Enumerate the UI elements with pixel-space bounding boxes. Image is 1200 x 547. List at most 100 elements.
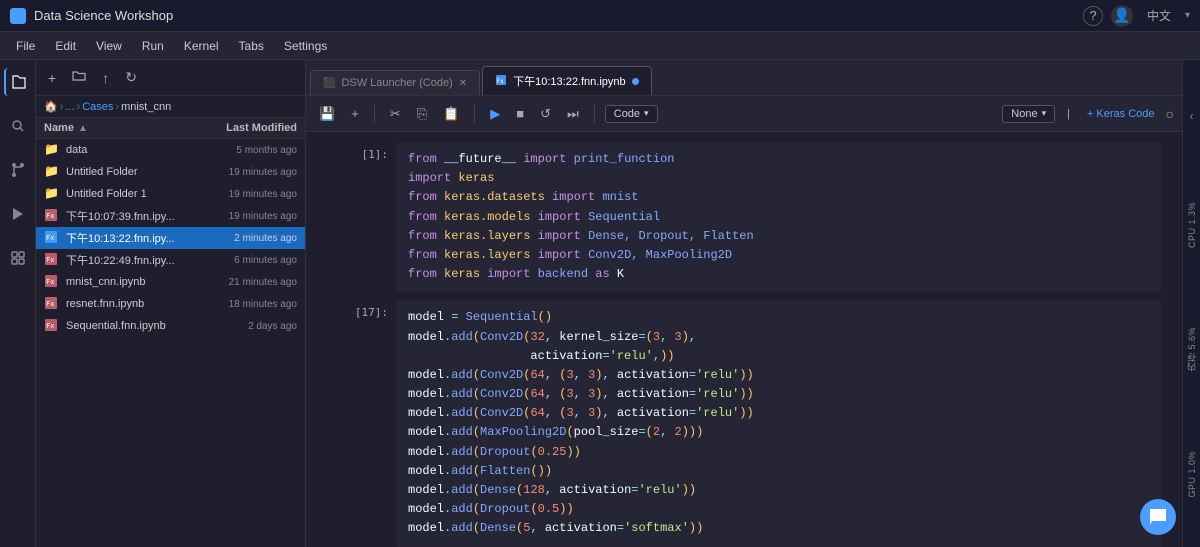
cell-body-1[interactable]: from __future__ import print_function im… [396,142,1162,292]
cell-2: [17]: model = Sequential() model.add(Con… [326,300,1162,546]
fb-new-btn[interactable]: + [44,68,60,88]
user-avatar[interactable]: 👤 [1111,5,1133,27]
fb-folder-btn[interactable] [68,67,90,88]
paste-btn[interactable]: 📋 [438,103,464,125]
cell-type-select[interactable]: Code ▾ [605,105,658,123]
cpu-label: CPU 1.3% [1187,202,1197,248]
item-name: Untitled Folder 1 [66,188,197,200]
list-item[interactable]: Fx 下午10:22:49.fnn.ipy... 6 minutes ago [36,249,305,271]
copy-btn[interactable]: ⎘ [412,103,432,125]
fb-upload-btn[interactable]: ↑ [98,68,113,88]
svg-text:Fx: Fx [46,278,54,286]
list-item[interactable]: Fx Sequential.fnn.ipynb 2 days ago [36,315,305,337]
keras-code-btn[interactable]: + Keras Code [1082,105,1160,123]
menu-kernel[interactable]: Kernel [176,36,227,56]
item-modified: 19 minutes ago [197,211,297,222]
notebook-icon: Fx [44,208,60,224]
cell-type-chevron: ▾ [644,108,649,119]
fb-list: 📁 data 5 months ago 📁 Untitled Folder 19… [36,139,305,547]
toolbar-sep-3 [594,105,595,123]
run-btn[interactable]: ▶ [485,103,505,125]
sidebar-files-icon[interactable] [4,68,32,96]
cell-body-2[interactable]: model = Sequential() model.add(Conv2D(32… [396,300,1162,546]
restart-btn[interactable]: ↺ [535,103,556,125]
cell-prompt-1: [1]: [338,142,388,292]
list-item[interactable]: 📁 Untitled Folder 19 minutes ago [36,161,305,183]
breadcrumb: 🏠 › ... › Cases › mnist_cnn [36,96,305,118]
tab-launcher[interactable]: ⬛ DSW Launcher (Code) ✕ [310,70,480,95]
sidebar-run-icon[interactable] [4,200,32,228]
item-name: Sequential.fnn.ipynb [66,320,197,332]
item-name: 下午10:13:22.fnn.ipy... [66,230,197,246]
launcher-tab-close[interactable]: ✕ [459,78,467,89]
file-browser: + ↑ ↻ 🏠 › ... › Cases › mnist_cnn Name ▲ [36,60,306,547]
lang-selector[interactable]: 中文 [1141,7,1177,24]
fb-refresh-btn[interactable]: ↻ [121,67,141,88]
list-item[interactable]: 📁 data 5 months ago [36,139,305,161]
kernel-select[interactable]: None ▾ [1002,105,1055,123]
fb-toolbar: + ↑ ↻ [36,60,305,96]
notebook-content: [1]: from __future__ import print_functi… [306,132,1182,547]
cut-btn[interactable]: ✂ [385,103,406,125]
sidebar-git-icon[interactable] [4,156,32,184]
item-name: Untitled Folder [66,166,197,178]
path-cases[interactable]: Cases [82,101,113,113]
sidebar-search-icon[interactable] [4,112,32,140]
menu-run[interactable]: Run [134,36,172,56]
kernel-chevron: ▾ [1042,108,1047,119]
item-modified: 19 minutes ago [197,167,297,178]
list-item[interactable]: Fx mnist_cnn.ipynb 21 minutes ago [36,271,305,293]
titlebar: Data Science Workshop ? 👤 中文 ▾ [0,0,1200,32]
list-item[interactable]: Fx 下午10:07:39.fnn.ipy... 19 minutes ago [36,205,305,227]
help-btn[interactable]: ? [1083,6,1103,26]
add-cell-btn[interactable]: + [346,103,364,124]
notebook-icon: Fx [44,296,60,312]
item-name: mnist_cnn.ipynb [66,276,197,288]
svg-text:Fx: Fx [46,256,54,264]
menu-edit[interactable]: Edit [47,36,84,56]
kernel-plus: | [1067,108,1070,120]
mem-label: 内存 5.6% [1185,327,1198,372]
fb-name-header[interactable]: Name [44,122,74,134]
item-modified: 19 minutes ago [197,189,297,200]
svg-text:Fx: Fx [46,212,54,220]
menubar: File Edit View Run Kernel Tabs Settings [0,32,1200,60]
stop-btn[interactable]: ■ [511,103,529,124]
item-modified: 5 months ago [197,145,297,156]
sidebar-extension-icon[interactable] [4,244,32,272]
save-btn[interactable]: 💾 [314,103,340,125]
path-ellipsis[interactable]: ... [65,101,74,113]
cell-type-label: Code [614,108,640,120]
collapse-btn[interactable]: ‹ [1190,109,1194,123]
svg-text:Fx: Fx [46,234,54,242]
list-item[interactable]: Fx 下午10:13:22.fnn.ipy... 2 minutes ago [36,227,305,249]
cell-indicator [326,142,330,292]
item-modified: 21 minutes ago [197,277,297,288]
notebook-tab-icon: Fx [495,74,507,89]
path-home[interactable]: 🏠 [44,100,58,113]
item-modified: 18 minutes ago [197,299,297,310]
icon-sidebar [0,60,36,547]
item-modified: 2 minutes ago [197,233,297,244]
cell-1: [1]: from __future__ import print_functi… [326,142,1162,292]
list-item[interactable]: Fx resnet.fnn.ipynb 18 minutes ago [36,293,305,315]
svg-text:Fx: Fx [497,78,505,85]
notebook-icon: Fx [44,252,60,268]
item-modified: 2 days ago [197,321,297,332]
launcher-tab-icon: ⬛ [323,78,335,89]
restart-run-btn[interactable]: ⏭ [562,103,584,125]
path-current: mnist_cnn [121,101,171,113]
chat-button[interactable] [1140,499,1176,535]
app-title: Data Science Workshop [34,8,173,23]
menu-settings[interactable]: Settings [276,36,335,56]
list-item[interactable]: 📁 Untitled Folder 1 19 minutes ago [36,183,305,205]
menu-file[interactable]: File [8,36,43,56]
lang-chevron[interactable]: ▾ [1185,10,1190,21]
tab-notebook[interactable]: Fx 下午10:13:22.fnn.ipynb [482,66,652,95]
menu-tabs[interactable]: Tabs [231,36,272,56]
gpu-label: GPU 1.0% [1187,451,1197,498]
folder-icon: 📁 [44,164,60,180]
fb-header: Name ▲ Last Modified [36,118,305,139]
menu-view[interactable]: View [88,36,130,56]
launcher-tab-label: DSW Launcher (Code) [341,77,452,89]
